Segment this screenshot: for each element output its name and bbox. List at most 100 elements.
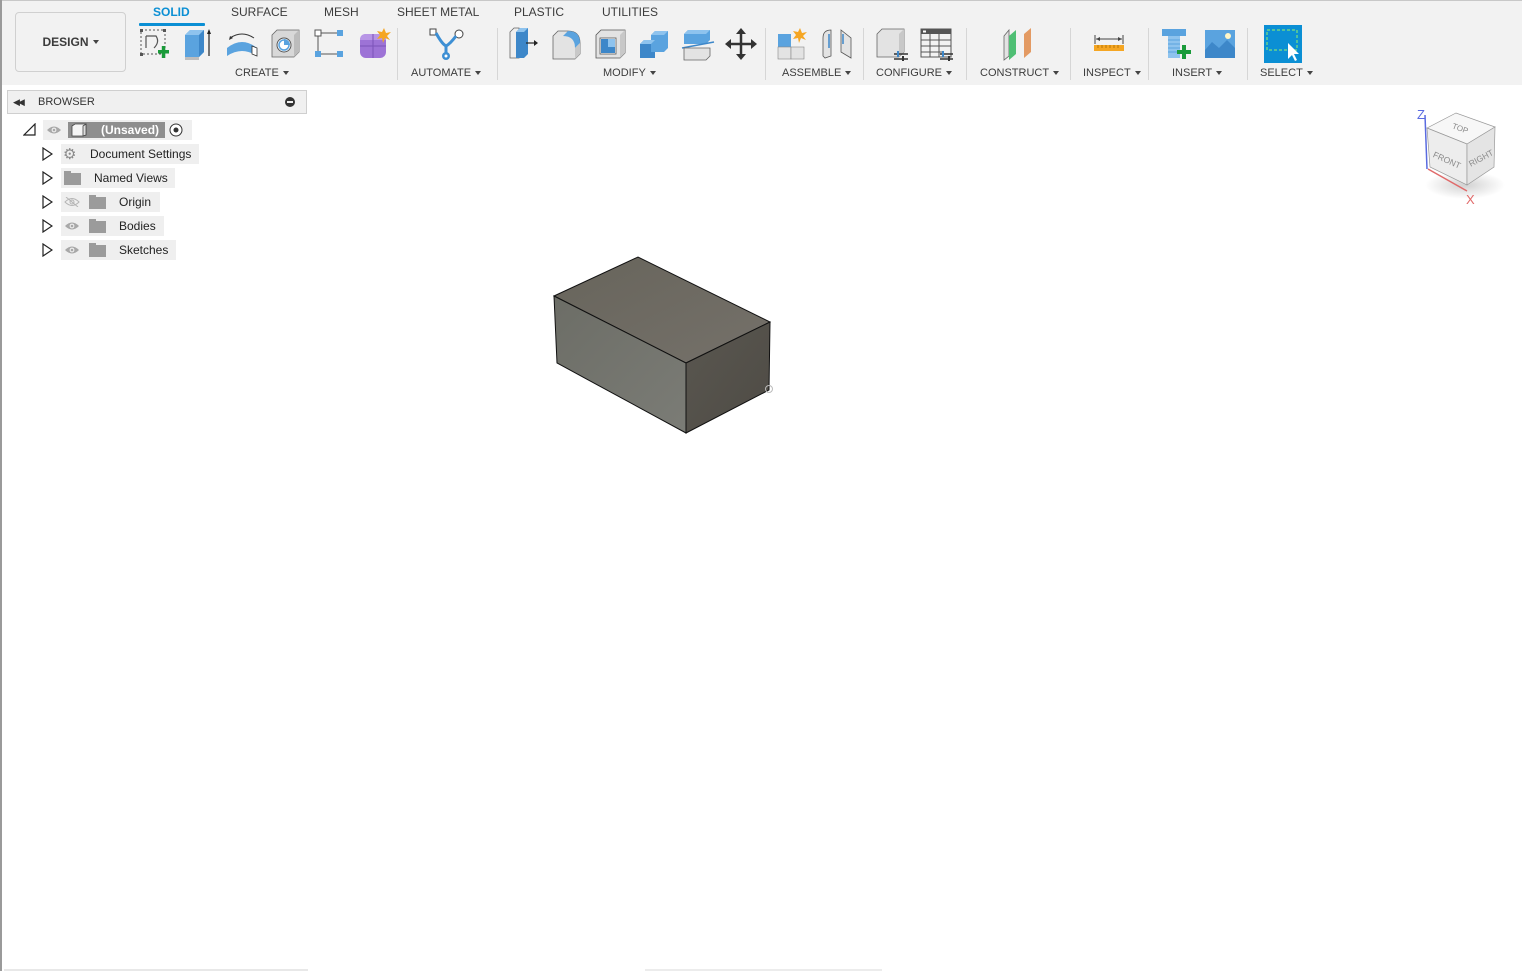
offset-plane-icon [1000,26,1036,62]
eye-visible-icon[interactable] [64,221,80,231]
chevron-down-icon [1135,71,1141,75]
shell-button[interactable] [593,26,629,62]
tab-sheet-metal[interactable]: SHEET METAL [397,5,479,25]
create-sketch-button[interactable] [136,26,172,62]
folder-icon [89,245,106,257]
combine-button[interactable] [637,26,673,62]
modify-menu[interactable]: MODIFY [603,67,656,79]
create-form-button[interactable] [356,26,392,62]
automate-menu[interactable]: AUTOMATE [411,67,481,79]
inspect-label: INSPECT [1083,67,1131,79]
window-select-icon [1264,25,1302,63]
z-axis-line [1425,115,1427,169]
browser-item-origin[interactable]: Origin [61,192,160,212]
select-menu[interactable]: SELECT [1260,67,1313,79]
create-menu[interactable]: CREATE [235,67,289,79]
tab-solid[interactable]: SOLID [153,5,190,25]
move-copy-button[interactable] [723,26,759,62]
separator [1148,28,1149,80]
hole-button[interactable] [268,26,304,62]
box-body[interactable] [540,245,790,445]
z-axis-label: Z [1417,107,1425,122]
collapse-browser-icon[interactable]: ◀◀ [13,97,27,108]
eye-visible-icon[interactable] [46,125,62,135]
expand-arrow-icon[interactable] [41,147,53,161]
insert-mcmaster-button[interactable] [1159,26,1195,62]
item-label: Document Settings [90,147,191,161]
fillet-icon [550,26,586,62]
configure-label: CONFIGURE [876,67,942,79]
activate-radio-icon[interactable] [169,123,183,137]
browser-item-document-settings[interactable]: ⚙ Document Settings [61,144,199,164]
chevron-down-icon [475,71,481,75]
browser-item-bodies[interactable]: Bodies [61,216,164,236]
item-label: Sketches [119,243,168,257]
configure-parameters-icon [874,26,910,62]
rectangular-pattern-icon [312,26,348,62]
revolve-icon [224,26,260,62]
extrude-button[interactable] [180,26,216,62]
tab-plastic[interactable]: PLASTIC [514,5,564,25]
automate-button[interactable] [428,26,464,62]
select-label: SELECT [1260,67,1303,79]
minimize-browser-icon[interactable] [285,97,295,107]
offset-plane-button[interactable] [1000,26,1036,62]
chevron-down-icon [946,71,952,75]
expanded-triangle-icon[interactable] [23,123,36,136]
configure-menu[interactable]: CONFIGURE [876,67,952,79]
item-label: Origin [119,195,151,209]
new-component-icon [775,26,811,62]
expand-arrow-icon[interactable] [41,219,53,233]
eye-hidden-icon[interactable] [64,197,80,207]
insert-bolt-icon [1159,26,1195,62]
insert-canvas-button[interactable] [1202,26,1238,62]
expand-arrow-icon[interactable] [41,171,53,185]
folder-icon [89,197,106,209]
fillet-button[interactable] [550,26,586,62]
workspace-switcher-button[interactable]: DESIGN [15,12,126,72]
revolve-button[interactable] [224,26,260,62]
construct-menu[interactable]: CONSTRUCT [980,67,1059,79]
insert-menu[interactable]: INSERT [1172,67,1222,79]
joint-button[interactable] [819,26,855,62]
chevron-down-icon [1216,71,1222,75]
tab-utilities[interactable]: UTILITIES [602,5,658,25]
separator [497,28,498,80]
root-label: (Unsaved) [101,123,159,137]
combine-icon [637,26,673,62]
eye-visible-icon[interactable] [64,245,80,255]
separator [765,28,766,80]
split-body-button[interactable] [680,26,716,62]
browser-item-named-views[interactable]: Named Views [61,168,175,188]
assemble-menu[interactable]: ASSEMBLE [782,67,851,79]
configure-parameters-button[interactable] [874,26,910,62]
view-cube[interactable]: TOP FRONT RIGHT Z X [1410,105,1510,210]
expand-arrow-icon[interactable] [41,243,53,257]
inspect-menu[interactable]: INSPECT [1083,67,1141,79]
separator [966,28,967,80]
chevron-down-icon [650,71,656,75]
tab-mesh[interactable]: MESH [324,5,359,25]
chevron-down-icon [1307,71,1313,75]
canvas-viewport[interactable] [2,85,1522,971]
toolbar: DESIGN SOLID SURFACE MESH SHEET METAL PL… [2,1,1522,85]
automate-label: AUTOMATE [411,67,471,79]
configuration-table-button[interactable] [918,26,954,62]
new-component-button[interactable] [775,26,811,62]
modify-label: MODIFY [603,67,646,79]
window-select-button[interactable] [1264,25,1302,63]
separator [397,28,398,80]
browser-item-sketches[interactable]: Sketches [61,240,176,260]
pattern-button[interactable] [312,26,348,62]
press-pull-button[interactable] [506,26,542,62]
tab-surface[interactable]: SURFACE [231,5,288,25]
workspace-label: DESIGN [42,35,88,49]
measure-icon [1091,26,1127,62]
shell-icon [593,26,629,62]
measure-button[interactable] [1091,26,1127,62]
configuration-table-icon [918,26,954,62]
assemble-label: ASSEMBLE [782,67,841,79]
x-axis-label: X [1466,192,1475,207]
item-label: Named Views [94,171,168,185]
expand-arrow-icon[interactable] [41,195,53,209]
